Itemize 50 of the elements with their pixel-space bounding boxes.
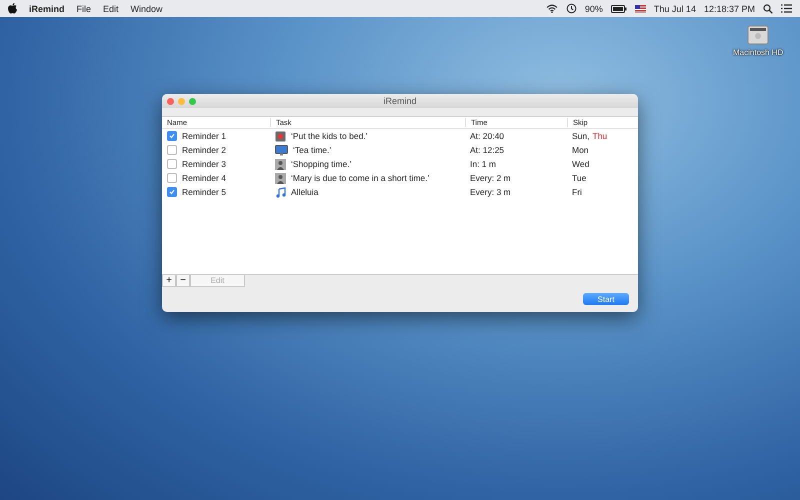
wifi-icon[interactable] [546,4,558,13]
list-icon[interactable] [781,4,792,13]
flag-icon[interactable] [634,4,646,12]
menu-item[interactable]: Edit [103,4,119,14]
search-icon[interactable] [763,4,773,14]
checkbox[interactable] [167,187,177,197]
task-text: Alleluia [291,187,318,197]
time-text: Every: 3 m [470,187,511,197]
record-icon [275,130,286,142]
app-menu[interactable]: iRemind [29,4,65,14]
hard-drive-icon[interactable] [747,24,770,46]
task-text: ‘Mary is due to come in a short time.’ [291,173,430,183]
music-note-icon [275,186,286,198]
checkbox[interactable] [167,145,177,155]
reminder-name: Reminder 3 [182,159,226,169]
battery-percentage: 90% [584,4,603,14]
reminder-name: Reminder 2 [182,145,226,155]
reminder-name: Reminder 4 [182,173,226,183]
window-title: iRemind [383,96,416,106]
monitor-icon [275,144,288,156]
apple-icon[interactable] [8,3,17,14]
skip-day: Tue [572,173,586,183]
time-text: At: 12:25 [470,145,504,155]
skip-day: Thu [592,131,608,141]
add-button[interactable]: + [162,275,176,287]
battery-icon[interactable] [610,4,627,12]
time-text: In: 1 m [470,159,496,169]
skip-day: Wed [572,159,590,169]
clock-icon[interactable] [566,3,577,14]
menu-date[interactable]: Thu Jul 14 [654,4,696,14]
checkbox[interactable] [167,159,177,169]
reminder-name: Reminder 1 [182,131,226,141]
checkbox[interactable] [167,173,177,183]
time-text: At: 20:40 [470,131,504,141]
skip-day: Sun, [572,131,590,141]
task-text: ‘Tea time.’ [293,145,332,155]
remove-button[interactable]: − [176,275,190,287]
task-text: ‘Shopping time.’ [291,159,352,169]
task-text: ‘Put the kids to bed.’ [291,131,368,141]
menu-item[interactable]: File [76,4,92,14]
skip-day: Fri [572,187,582,197]
skip-day: Mon [572,145,589,155]
reminder-name: Reminder 5 [182,187,226,197]
person-icon [275,172,286,184]
menu-clock[interactable]: 12:18:37 PM [704,4,755,14]
disk-label: Macintosh HD [733,48,784,57]
person-icon [275,158,286,170]
time-text: Every: 2 m [470,173,511,183]
checkbox[interactable] [167,131,177,141]
menu-item[interactable]: Window [130,4,163,14]
